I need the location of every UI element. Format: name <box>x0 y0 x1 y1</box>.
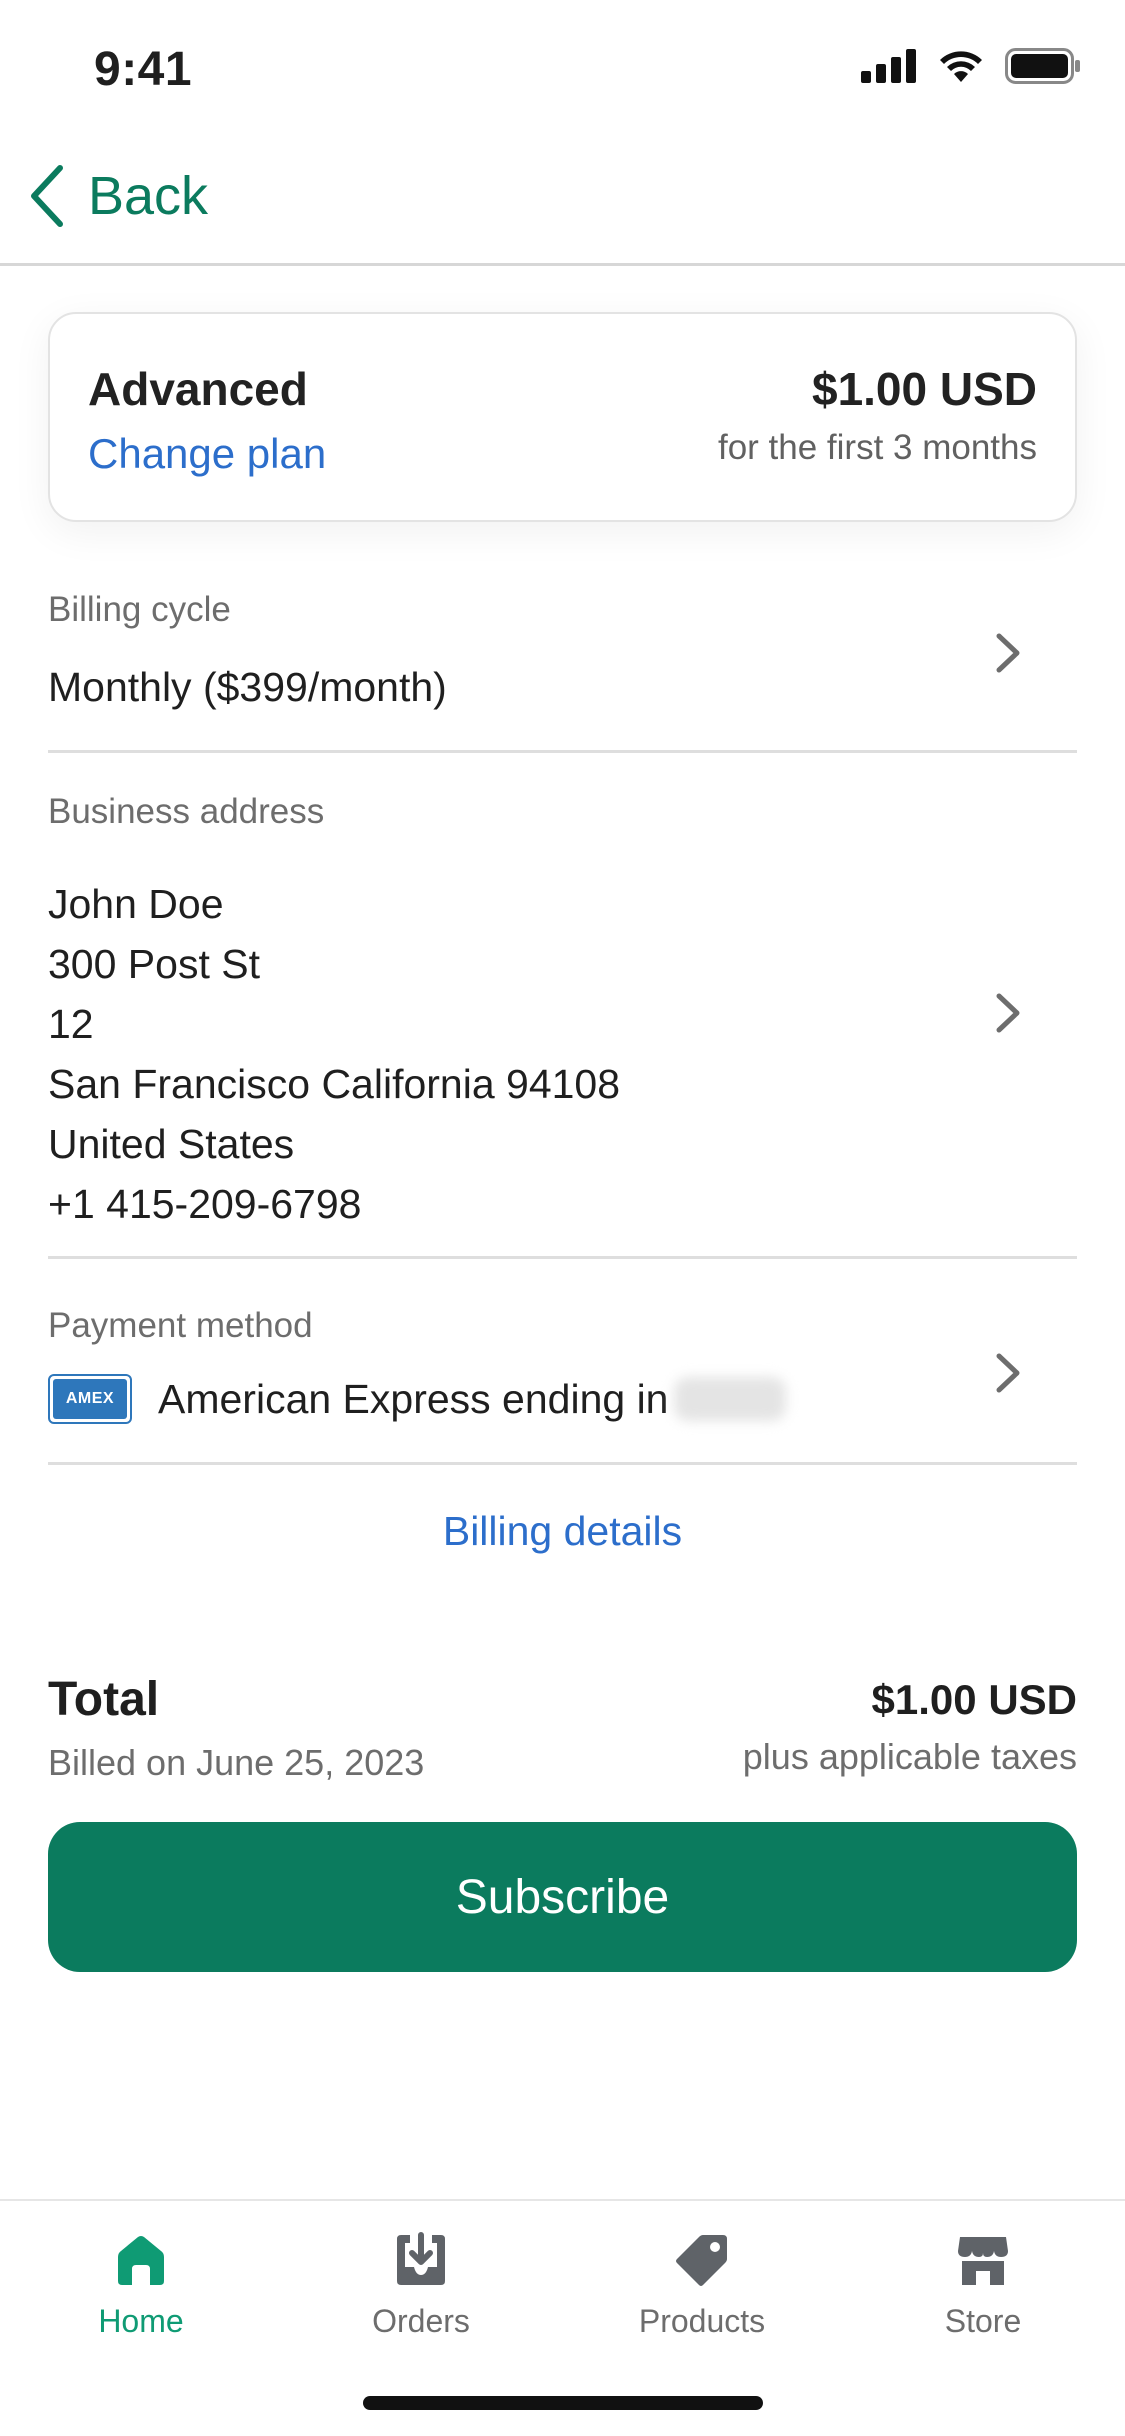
business-address-row[interactable]: Business address John Doe 300 Post St 12… <box>48 792 1077 1232</box>
subscribe-button[interactable]: Subscribe <box>48 1822 1077 1972</box>
billing-cycle-label: Billing cycle <box>48 590 231 629</box>
payment-method-line: AMEX American Express ending in <box>48 1374 1077 1424</box>
chevron-right-icon <box>996 1353 1020 1393</box>
address-line: San Francisco California 94108 <box>48 1061 621 1107</box>
address-line: United States <box>48 1121 295 1167</box>
masked-card-digits <box>674 1377 787 1421</box>
orders-icon <box>397 2232 445 2285</box>
tab-orders[interactable]: Orders <box>281 2231 561 2340</box>
address-line: John Doe <box>48 881 224 927</box>
payment-method-label: Payment method <box>48 1306 313 1345</box>
billing-cycle-value: Monthly ($399/month) <box>48 664 447 710</box>
tab-store-label: Store <box>944 2303 1022 2339</box>
address-phone: +1 415-209-6798 <box>48 1181 362 1227</box>
amex-badge-text: AMEX <box>53 1379 127 1419</box>
checkout-screen: 9:41 Back Advanced Change plan $1.00 USD… <box>0 0 1125 2436</box>
tab-orders-label: Orders <box>372 2303 470 2339</box>
tab-products[interactable]: Products <box>562 2231 842 2340</box>
products-tag-icon <box>676 2235 727 2286</box>
billed-on-text: Billed on June 25, 2023 <box>48 1742 425 1783</box>
chevron-left-icon <box>31 165 63 227</box>
cellular-signal-icon <box>861 49 916 83</box>
business-address-label: Business address <box>48 792 325 831</box>
plan-card: Advanced Change plan $1.00 USD for the f… <box>48 312 1077 522</box>
tab-home[interactable]: Home <box>1 2231 281 2340</box>
billing-details-link[interactable]: Billing details <box>0 1508 1125 1555</box>
divider <box>48 750 1077 753</box>
battery-icon <box>1005 48 1080 84</box>
status-icons <box>861 48 1081 84</box>
change-plan-link[interactable]: Change plan <box>88 430 326 478</box>
home-indicator <box>363 2396 763 2410</box>
divider <box>48 1256 1077 1259</box>
back-button[interactable]: Back <box>26 164 208 228</box>
plan-price-note: for the first 3 months <box>717 428 1037 467</box>
address-line: 12 <box>48 1001 94 1047</box>
status-time: 9:41 <box>94 43 193 96</box>
total-amount: $1.00 USD <box>871 1676 1077 1723</box>
status-bar: 9:41 <box>0 0 1125 140</box>
total-label: Total <box>48 1673 160 1726</box>
payment-method-text: American Express ending in <box>158 1375 669 1422</box>
tab-products-label: Products <box>638 2303 766 2339</box>
back-label: Back <box>88 166 209 226</box>
store-icon <box>958 2237 1008 2285</box>
billing-cycle-row[interactable]: Billing cycle Monthly ($399/month) <box>48 590 1077 740</box>
home-icon <box>118 2236 164 2285</box>
taxes-note: plus applicable taxes <box>742 1736 1077 1777</box>
plan-name: Advanced <box>88 363 308 415</box>
wifi-icon <box>940 51 982 82</box>
plan-price: $1.00 USD <box>811 363 1037 415</box>
tab-store[interactable]: Store <box>843 2231 1123 2340</box>
divider <box>48 1462 1077 1465</box>
amex-card-icon: AMEX <box>48 1374 132 1424</box>
address-line: 300 Post St <box>48 941 260 987</box>
tab-home-label: Home <box>98 2303 184 2339</box>
navigation-bar: Back <box>0 140 1125 266</box>
payment-method-row[interactable]: Payment method AMEX American Express end… <box>48 1306 1077 1436</box>
business-address-lines: John Doe 300 Post St 12 San Francisco Ca… <box>48 874 1077 1234</box>
chevron-right-icon <box>996 993 1020 1033</box>
chevron-right-icon <box>996 633 1020 673</box>
